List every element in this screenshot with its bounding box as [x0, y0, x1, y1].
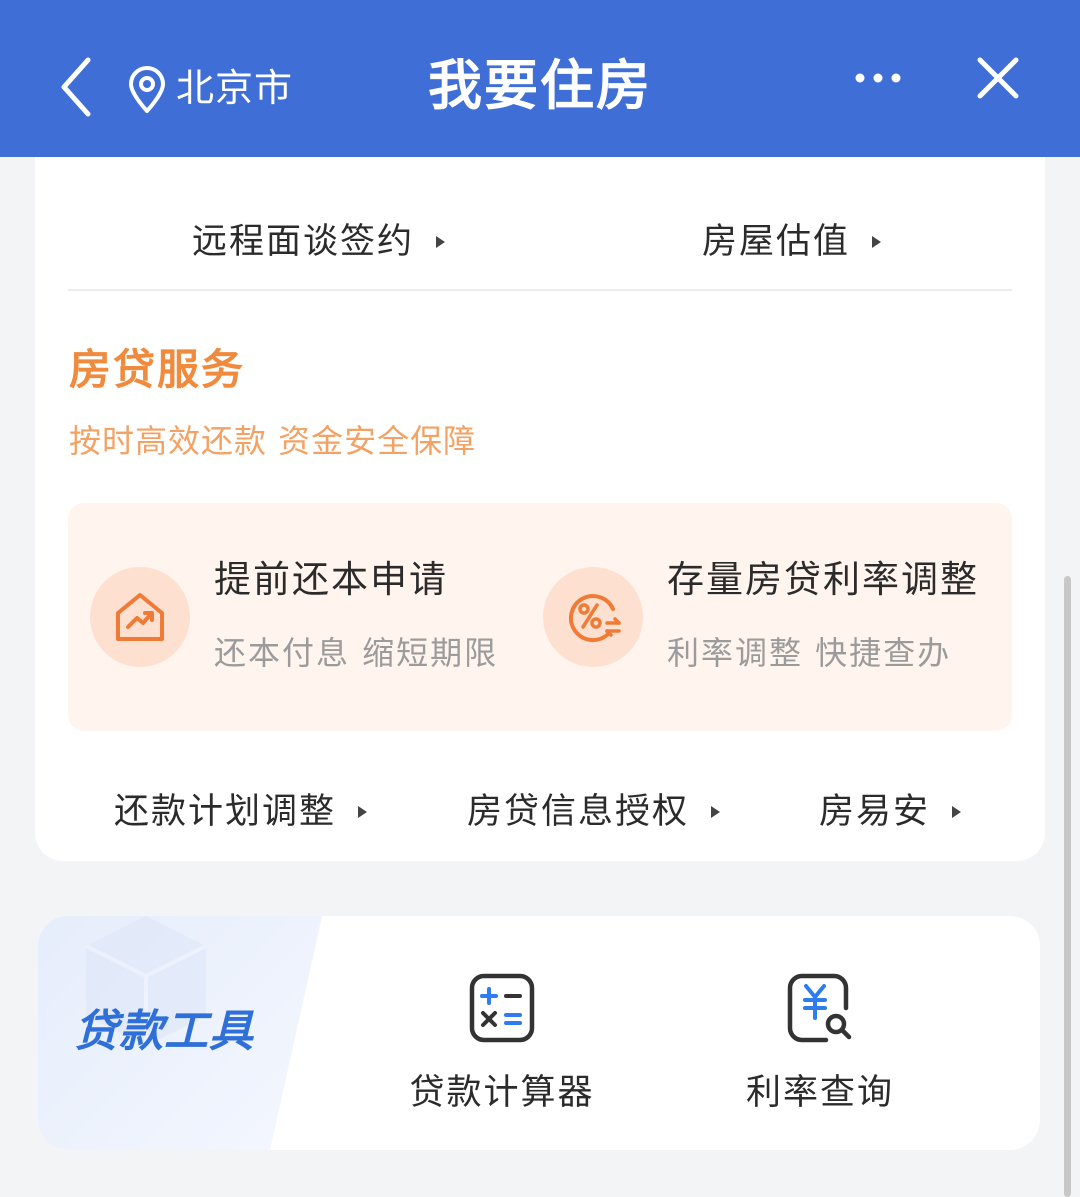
link-repayment-plan[interactable]: 还款计划调整	[114, 789, 368, 835]
section-title-mortgage: 房贷服务	[69, 345, 246, 394]
link-fangyian[interactable]: 房易安	[819, 789, 962, 835]
link-mortgage-authorization[interactable]: 房贷信息授权	[467, 789, 721, 835]
page-title: 我要住房	[428, 54, 652, 117]
scrollbar[interactable]	[1064, 576, 1071, 1197]
close-button[interactable]	[970, 50, 1026, 106]
tools-title: 贷款工具	[74, 1006, 254, 1057]
divider	[68, 289, 1012, 291]
close-icon	[977, 57, 1019, 99]
link-label: 还款计划调整	[114, 792, 337, 832]
tool-rate-query[interactable]: 利率查询	[680, 916, 960, 1150]
link-label: 房贷信息授权	[467, 792, 690, 832]
house-trend-icon	[116, 593, 164, 641]
link-label: 房易安	[819, 792, 931, 832]
triangle-right-icon	[952, 806, 962, 818]
promo-title: 存量房贷利率调整	[667, 558, 979, 601]
promo-title: 提前还本申请	[214, 558, 448, 601]
tool-loan-calculator[interactable]: 贷款计算器	[362, 916, 642, 1150]
mortgage-promo-panel: 提前还本申请 还本付息 缩短期限 存量房贷利率调整 利率调整 快捷查办	[68, 503, 1012, 731]
promo-icon-bg	[543, 567, 643, 667]
more-button[interactable]	[848, 60, 908, 96]
promo-subtitle: 还本付息 缩短期限	[214, 634, 499, 672]
loan-tools-card: 贷款工具 贷款计算器 利率查询	[38, 916, 1040, 1150]
tool-label: 利率查询	[745, 1073, 894, 1113]
link-label: 远程面谈签约	[192, 222, 415, 262]
link-label: 房屋估值	[702, 222, 851, 262]
services-card: 远程面谈签约 房屋估值 房贷服务 按时高效还款 资金安全保障 提前还本申请 还本…	[35, 157, 1045, 861]
promo-rate-adjustment[interactable]: 存量房贷利率调整 利率调整 快捷查办	[521, 503, 1012, 731]
header-bar: 北京市 我要住房	[0, 0, 1080, 157]
percent-exchange-icon	[568, 594, 621, 643]
calculator-icon	[469, 973, 535, 1043]
section-subtitle-mortgage: 按时高效还款 资金安全保障	[69, 422, 477, 460]
promo-icon-bg	[90, 567, 190, 667]
triangle-right-icon	[358, 806, 368, 818]
tools-banner: 贷款工具	[38, 916, 322, 1150]
yuan-search-icon	[787, 973, 852, 1043]
triangle-right-icon	[436, 236, 446, 248]
promo-early-repayment[interactable]: 提前还本申请 还本付息 缩短期限	[68, 503, 538, 731]
triangle-right-icon	[711, 806, 721, 818]
more-dots-icon	[855, 73, 901, 83]
tool-label: 贷款计算器	[409, 1073, 595, 1113]
promo-subtitle: 利率调整 快捷查办	[667, 634, 952, 672]
link-remote-signing[interactable]: 远程面谈签约	[192, 219, 446, 265]
triangle-right-icon	[872, 236, 882, 248]
link-house-valuation[interactable]: 房屋估值	[702, 219, 882, 265]
